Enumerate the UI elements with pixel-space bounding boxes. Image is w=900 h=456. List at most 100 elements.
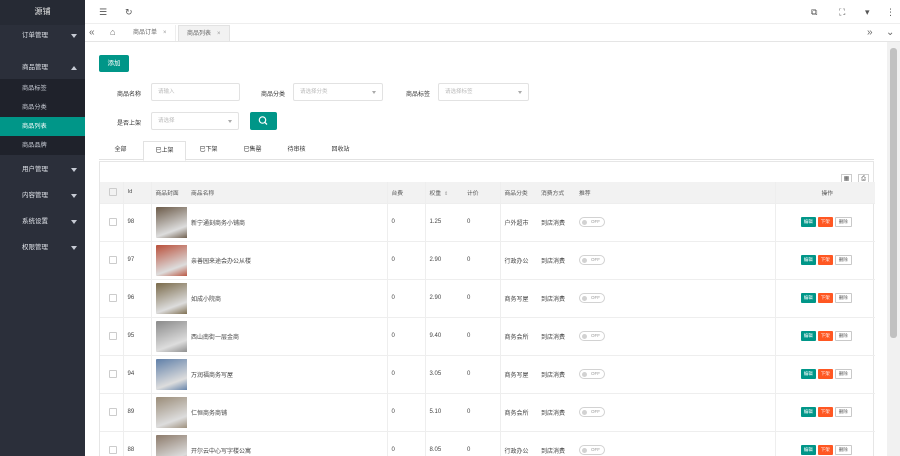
recommend-toggle[interactable]: OFF (579, 255, 605, 265)
product-thumbnail[interactable] (155, 244, 187, 276)
vertical-scrollbar[interactable] (887, 42, 900, 456)
tab-recycle-bin[interactable]: 回收站 (319, 141, 362, 160)
onsale-select[interactable]: 请选择 (151, 112, 239, 130)
sidebar-group-orders[interactable]: 订单管理 (0, 25, 85, 47)
delete-button[interactable]: 删除 (834, 255, 852, 265)
product-thumbnail[interactable] (155, 320, 187, 352)
search-button[interactable] (250, 112, 277, 130)
cell-mode: 到店消费 (537, 355, 575, 394)
close-icon[interactable]: × (163, 30, 167, 36)
row-checkbox[interactable] (109, 294, 118, 302)
main-content: 添加 商品名称 请输入 商品分类 请选择分类 商品标签 请选择标签 是否上架 请… (85, 42, 887, 456)
sidebar-group-settings[interactable]: 系统设置 (0, 211, 85, 233)
fullscreen-icon[interactable]: ⛶ (839, 6, 845, 18)
tab-sold-out[interactable]: 已售罄 (231, 141, 274, 160)
row-checkbox[interactable] (109, 256, 118, 264)
category-select[interactable]: 请选择分类 (293, 83, 383, 101)
sidebar-group-permissions[interactable]: 权限管理 (0, 237, 85, 259)
product-thumbnail[interactable] (155, 282, 187, 314)
delete-button[interactable]: 删除 (834, 407, 852, 417)
edit-button[interactable]: 编辑 (800, 255, 816, 265)
sidebar-group-products[interactable]: 商品管理 (0, 57, 85, 79)
tab-on-sale[interactable]: 已上架 (143, 141, 186, 161)
edit-button[interactable]: 编辑 (800, 445, 816, 455)
cell-fee: 0 (386, 241, 425, 280)
name-input[interactable]: 请输入 (151, 83, 240, 101)
delete-button[interactable]: 删除 (834, 293, 852, 303)
take-down-button[interactable]: 下架 (817, 369, 833, 379)
row-checkbox[interactable] (109, 446, 118, 454)
cell-name: 开尔云中心写字楼公寓 (187, 431, 387, 456)
cell-weight: 8.05 (424, 431, 463, 456)
sidebar-item-product-brands[interactable]: 商品品牌 (0, 136, 85, 155)
tabs-prev-icon[interactable]: « (89, 26, 95, 39)
cell-name: 亲善园来途会办公从楼 (187, 241, 387, 280)
delete-button[interactable]: 删除 (834, 369, 852, 379)
edit-button[interactable]: 编辑 (800, 407, 816, 417)
tab-all[interactable]: 全部 (99, 141, 142, 160)
product-thumbnail[interactable] (155, 358, 187, 390)
cell-category: 商务会所 (499, 317, 537, 356)
edit-button[interactable]: 编辑 (800, 331, 816, 341)
recommend-toggle[interactable]: OFF (579, 407, 605, 417)
row-checkbox[interactable] (109, 332, 118, 340)
tabs-next-icon[interactable]: » (867, 26, 873, 39)
recommend-toggle[interactable]: OFF (579, 369, 605, 379)
filter-label-name: 商品名称 (117, 92, 142, 98)
cell-fee: 0 (386, 317, 425, 356)
take-down-button[interactable]: 下架 (817, 445, 833, 455)
edit-button[interactable]: 编辑 (800, 293, 816, 303)
theme-icon[interactable]: ⧉ (811, 6, 817, 18)
tab-product-list[interactable]: 商品列表 × (178, 25, 230, 41)
cell-fee: 0 (386, 431, 425, 456)
row-checkbox[interactable] (109, 370, 118, 378)
delete-button[interactable]: 删除 (834, 445, 852, 455)
recommend-toggle[interactable]: OFF (579, 217, 605, 227)
cell-mode: 到店消费 (537, 393, 575, 432)
refresh-icon[interactable]: ↻ (125, 6, 133, 18)
row-checkbox[interactable] (109, 408, 118, 416)
tab-product-orders[interactable]: 商品订单 × (125, 25, 176, 41)
add-button[interactable]: 添加 (99, 55, 129, 72)
header-id[interactable]: Id (122, 182, 151, 204)
take-down-button[interactable]: 下架 (817, 217, 833, 227)
take-down-button[interactable]: 下架 (817, 407, 833, 417)
edit-button[interactable]: 编辑 (800, 217, 816, 227)
recommend-toggle[interactable]: OFF (579, 293, 605, 303)
more-icon[interactable]: ⋮ (886, 6, 895, 18)
product-thumbnail[interactable] (155, 396, 187, 428)
product-thumbnail[interactable] (155, 434, 187, 456)
recommend-toggle[interactable]: OFF (579, 445, 605, 455)
tab-off-sale[interactable]: 已下架 (187, 141, 230, 160)
sidebar-item-product-list[interactable]: 商品列表 (0, 117, 85, 136)
close-icon[interactable]: × (217, 31, 221, 37)
take-down-button[interactable]: 下架 (817, 331, 833, 341)
home-icon[interactable]: ⌂ (110, 26, 115, 39)
header-fee: 台费 (386, 182, 425, 204)
delete-button[interactable]: 删除 (834, 331, 852, 341)
tag-select[interactable]: 请选择标签 (438, 83, 529, 101)
tabs-dropdown-icon[interactable]: ⌄ (886, 26, 894, 39)
top-bar: ☰ ↻ ⧉ ⛶ ▾ ⋮ (85, 0, 900, 24)
cell-fee: 0 (386, 203, 425, 242)
edit-button[interactable]: 编辑 (800, 369, 816, 379)
scrollbar-thumb[interactable] (890, 48, 897, 338)
take-down-button[interactable]: 下架 (817, 255, 833, 265)
user-dropdown-icon[interactable]: ▾ (865, 6, 870, 18)
tab-pending-review[interactable]: 待审核 (275, 141, 318, 160)
sidebar-group-users[interactable]: 用户管理 (0, 159, 85, 181)
recommend-toggle[interactable]: OFF (579, 331, 605, 341)
header-weight[interactable]: 权重 ⇕ (424, 182, 463, 204)
select-all-checkbox[interactable] (109, 188, 118, 197)
sort-icon[interactable]: ⇕ (444, 191, 448, 197)
menu-toggle-icon[interactable]: ☰ (99, 6, 107, 18)
chevron-down-icon (518, 91, 522, 94)
product-thumbnail[interactable] (155, 206, 187, 238)
take-down-button[interactable]: 下架 (817, 293, 833, 303)
delete-button[interactable]: 删除 (834, 217, 852, 227)
sidebar-item-product-tags[interactable]: 商品标签 (0, 79, 85, 98)
sidebar-group-content[interactable]: 内容管理 (0, 185, 85, 207)
sidebar-item-product-categories[interactable]: 商品分类 (0, 98, 85, 117)
table-row: 95 西山南街一层金商 0 9.40 0 商务会所 到店消费 OFF 编辑 下架 删除 (100, 317, 875, 356)
row-checkbox[interactable] (109, 218, 118, 226)
